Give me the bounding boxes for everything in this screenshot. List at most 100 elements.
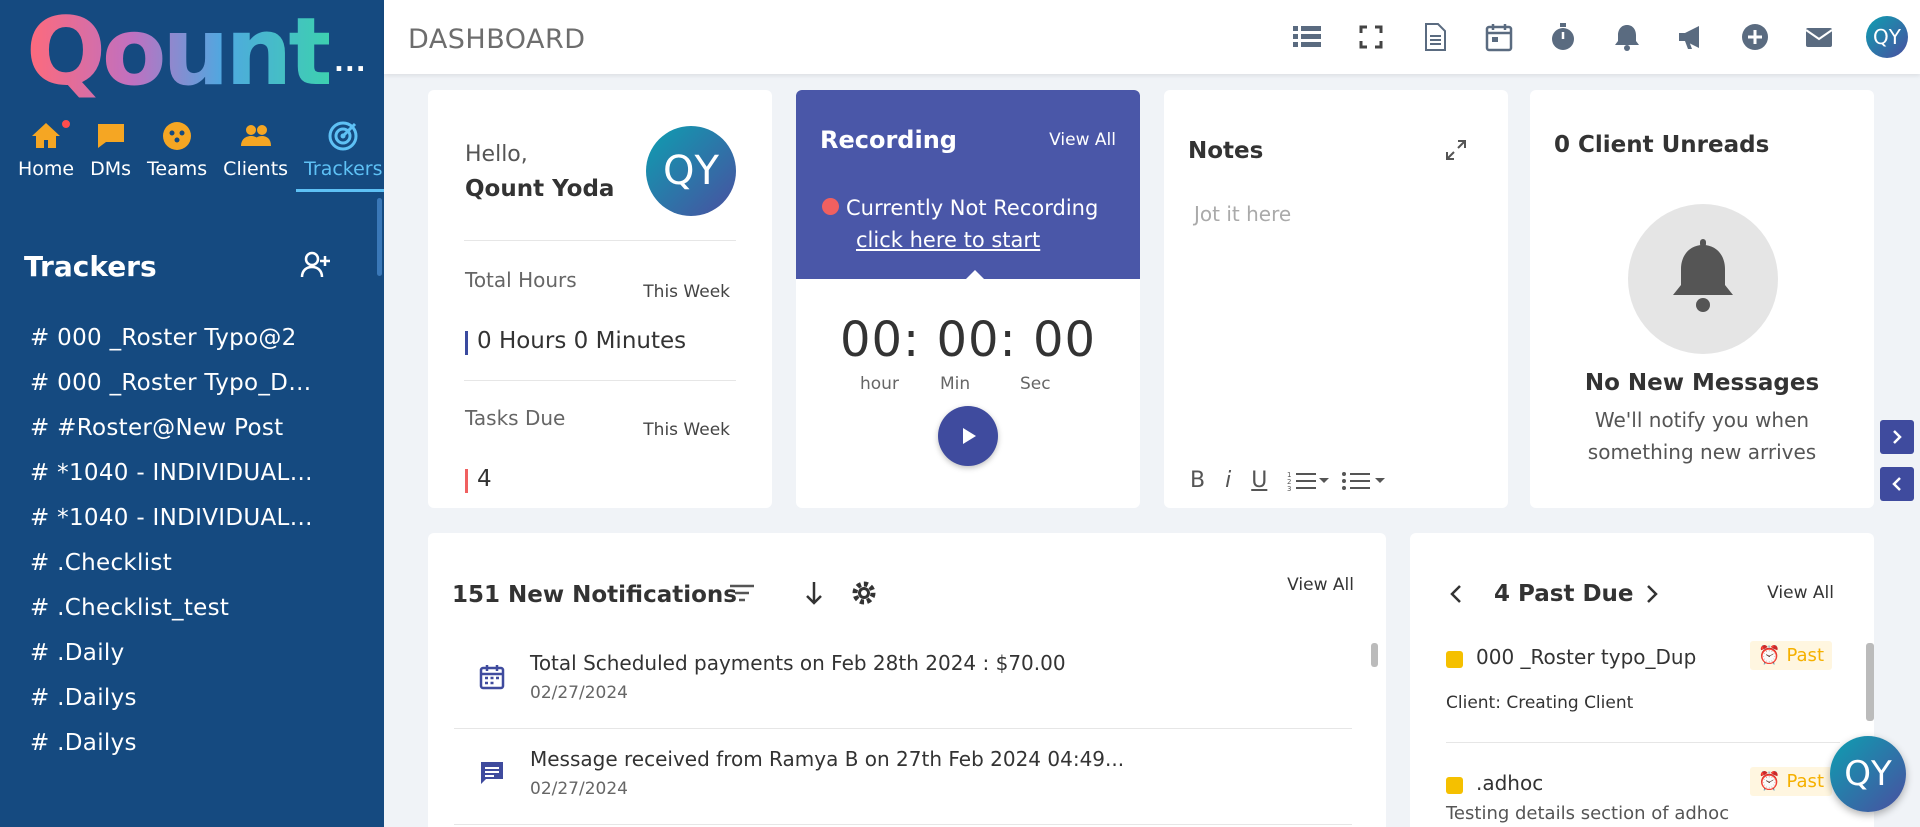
tracker-item[interactable]: # #Roster@New Post xyxy=(30,408,320,453)
more-menu-button[interactable]: ... xyxy=(334,50,367,76)
recording-card: Recording View All Currently Not Recordi… xyxy=(796,90,1140,508)
home-icon xyxy=(32,123,61,148)
alarm-icon: ⏰ xyxy=(1758,771,1787,792)
divider xyxy=(464,380,736,381)
document-icon[interactable] xyxy=(1418,20,1452,54)
past-due-item-name: 000 _Roster typo_Dup xyxy=(1476,645,1697,669)
avatar[interactable]: QY xyxy=(646,126,736,216)
bell-badge xyxy=(1628,204,1778,354)
tracker-item[interactable]: # *1040 - INDIVIDUAL I… xyxy=(30,498,320,543)
nav-label: Home xyxy=(18,158,75,180)
bullet-list-icon[interactable] xyxy=(1341,470,1387,492)
sort-down-icon[interactable] xyxy=(798,577,830,609)
add-circle-icon[interactable] xyxy=(1738,20,1772,54)
timer-labels: hour Min Sec xyxy=(860,374,1100,394)
trackers-icon xyxy=(328,121,358,151)
floating-avatar[interactable]: QY xyxy=(1830,736,1906,812)
notification-row[interactable]: Total Scheduled payments on Feb 28th 202… xyxy=(454,633,1352,729)
divider xyxy=(1446,742,1840,743)
sec-label: Sec xyxy=(1020,374,1051,394)
sidebar: Qount ... Home DMs Teams Clients Tracker… xyxy=(0,0,384,827)
gear-icon[interactable] xyxy=(848,577,880,609)
calendar-icon[interactable] xyxy=(1482,20,1516,54)
record-status-dot xyxy=(822,198,839,215)
badge-label: Past xyxy=(1786,771,1824,792)
page-title: DASHBOARD xyxy=(408,24,586,55)
scroll-right-button[interactable] xyxy=(1880,420,1914,454)
timer-display: 00: 00: 00 xyxy=(839,312,1097,368)
user-avatar[interactable]: QY xyxy=(1866,16,1908,58)
nav-label: Teams xyxy=(147,158,208,180)
topbar: DASHBOARD QY xyxy=(384,0,1920,74)
empty-subtitle: We'll notify you when something new arri… xyxy=(1587,408,1817,464)
tracker-item[interactable]: # .Daily xyxy=(30,633,320,678)
fullscreen-icon[interactable] xyxy=(1354,20,1388,54)
notification-text: Message received from Ramya B on 27th Fe… xyxy=(530,747,1125,771)
bell-icon[interactable] xyxy=(1610,20,1644,54)
add-user-icon[interactable] xyxy=(300,250,332,280)
nav-label: DMs xyxy=(90,158,132,180)
nav-clients[interactable]: Clients xyxy=(223,118,288,180)
badge-label: Past xyxy=(1786,645,1824,666)
bell-icon xyxy=(1673,239,1733,312)
notifications-view-all-link[interactable]: View All xyxy=(1287,575,1354,595)
calendar-icon xyxy=(479,665,505,690)
past-due-view-all-link[interactable]: View All xyxy=(1767,583,1834,603)
total-hours-label: Total Hours xyxy=(465,268,577,292)
user-name: Qount Yoda xyxy=(465,176,615,202)
tracker-list: # 000 _Roster Typo@2 # 000 _Roster Typo_… xyxy=(30,318,320,768)
tasks-due-period: This Week xyxy=(643,420,730,440)
nav-home[interactable]: Home xyxy=(18,118,74,180)
status-square xyxy=(1446,651,1463,668)
scroll-left-button[interactable] xyxy=(1880,467,1914,501)
client-unreads-card: 0 Client Unreads No New Messages We'll n… xyxy=(1530,90,1874,508)
notch xyxy=(964,270,986,281)
notes-card: Notes Jot it here B i U 123 xyxy=(1164,90,1508,508)
start-recording-link[interactable]: click here to start xyxy=(856,228,1040,252)
ordered-list-icon[interactable]: 123 xyxy=(1287,470,1330,492)
tracker-item[interactable]: # 000 _Roster Typo@2 xyxy=(30,318,320,363)
nav-trackers[interactable]: Trackers xyxy=(296,118,384,192)
tracker-item[interactable]: # .Checklist_test xyxy=(30,588,320,633)
megaphone-icon[interactable] xyxy=(1674,20,1708,54)
play-button[interactable] xyxy=(938,406,998,466)
recording-view-all-link[interactable]: View All xyxy=(1049,130,1116,150)
past-due-item-name: .adhoc xyxy=(1476,771,1544,795)
nav-label: Clients xyxy=(223,158,289,180)
status-badge: ⏰ Past xyxy=(1750,767,1832,796)
tasks-due-value: 4 xyxy=(465,466,492,493)
past-due-item-client: Client: Creating Client xyxy=(1446,693,1634,713)
bold-button[interactable]: B xyxy=(1190,468,1205,493)
notification-row[interactable]: Message received from Ramya B on 27th Fe… xyxy=(454,729,1352,825)
filter-icon[interactable] xyxy=(726,577,758,609)
underline-button[interactable]: U xyxy=(1251,468,1267,493)
notifications-scrollbar[interactable] xyxy=(1371,643,1378,667)
chevron-right-icon[interactable] xyxy=(1640,581,1662,607)
nav-teams[interactable]: Teams xyxy=(147,118,207,180)
alarm-icon: ⏰ xyxy=(1758,645,1787,666)
notifications-card: 151 New Notifications View All Total Sch… xyxy=(428,533,1386,827)
qount-logo[interactable]: Qount xyxy=(26,6,333,100)
past-due-scrollbar[interactable] xyxy=(1866,643,1874,721)
recording-header: Recording View All Currently Not Recordi… xyxy=(796,90,1140,281)
list-view-icon[interactable] xyxy=(1290,20,1324,54)
tasks-due-label: Tasks Due xyxy=(465,406,566,430)
sidebar-scrollbar[interactable] xyxy=(377,198,382,276)
hello-card: Hello, Qount Yoda QY Total Hours This We… xyxy=(428,90,772,508)
format-toolbar: B i U 123 xyxy=(1190,468,1387,493)
stopwatch-icon[interactable] xyxy=(1546,20,1580,54)
tracker-item[interactable]: # 000 _Roster Typo_D… xyxy=(30,363,320,408)
chevron-left-icon[interactable] xyxy=(1446,581,1468,607)
total-hours-value: 0 Hours 0 Minutes xyxy=(465,328,686,355)
tracker-item[interactable]: # *1040 - INDIVIDUAL I… xyxy=(30,453,320,498)
mail-icon[interactable] xyxy=(1802,20,1836,54)
tracker-item[interactable]: # .Dailys xyxy=(30,723,320,768)
expand-icon[interactable] xyxy=(1444,138,1468,162)
tracker-item[interactable]: # .Checklist xyxy=(30,543,320,588)
tracker-item[interactable]: # .Dailys xyxy=(30,678,320,723)
notes-input[interactable]: Jot it here xyxy=(1194,202,1291,226)
hour-label: hour xyxy=(860,374,899,394)
italic-button[interactable]: i xyxy=(1225,468,1231,493)
nav-dms[interactable]: DMs xyxy=(90,118,131,180)
recording-status: Currently Not Recording xyxy=(846,196,1099,220)
